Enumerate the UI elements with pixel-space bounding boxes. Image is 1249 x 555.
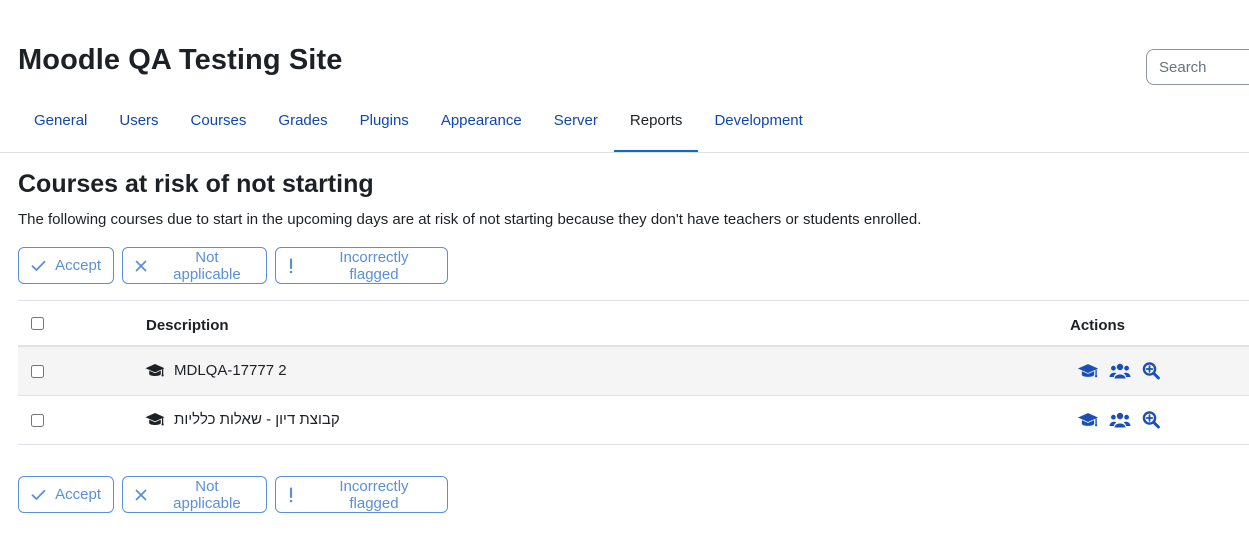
row-checkbox[interactable] [31, 414, 44, 427]
incorrectly-flagged-button[interactable]: Incorrectly flagged [275, 476, 448, 513]
search-box[interactable] [1146, 49, 1249, 85]
select-all-checkbox[interactable] [31, 317, 44, 330]
tab-reports[interactable]: Reports [613, 100, 699, 153]
incorrectly-flagged-button[interactable]: Incorrectly flagged [275, 247, 448, 284]
view-insights-action[interactable] [1140, 361, 1164, 381]
not-applicable-button[interactable]: Not applicable [122, 247, 267, 284]
site-title: Moodle QA Testing Site [18, 44, 343, 76]
accept-button[interactable]: Accept [18, 247, 114, 284]
exclamation-icon [288, 257, 304, 274]
bulk-actions-top: Accept Not applicable Incorrectly flagge… [18, 247, 448, 284]
nav-divider [0, 152, 1249, 153]
tab-grades[interactable]: Grades [262, 100, 343, 153]
search-input[interactable] [1147, 50, 1249, 84]
courses-table: Description Actions MDLQA-17777 2 קבוצת … [18, 300, 1249, 445]
bulk-actions-bottom: Accept Not applicable Incorrectly flagge… [18, 476, 448, 513]
not-applicable-label: Not applicable [173, 477, 241, 512]
page-description: The following courses due to start in th… [18, 211, 922, 228]
view-participants-action[interactable] [1108, 410, 1132, 430]
search-plus-icon [1142, 362, 1160, 380]
tab-appearance[interactable]: Appearance [425, 100, 538, 153]
accept-label: Accept [55, 257, 101, 274]
view-participants-action[interactable] [1108, 361, 1132, 381]
not-applicable-button[interactable]: Not applicable [122, 476, 267, 513]
view-course-action[interactable] [1076, 410, 1100, 430]
row-actions [1076, 410, 1164, 430]
accept-label: Accept [55, 486, 101, 503]
tab-server[interactable]: Server [538, 100, 614, 153]
table-row: MDLQA-17777 2 [18, 347, 1249, 396]
incorrectly-flagged-label: Incorrectly flagged [339, 477, 409, 512]
graduation-cap-icon [1077, 412, 1099, 426]
secondary-navigation: General Users Courses Grades Plugins App… [18, 100, 1249, 153]
table-row: קבוצת דיון - שאלות כלליות [18, 396, 1249, 445]
graduation-cap-icon [1077, 363, 1099, 377]
page-heading: Courses at risk of not starting [18, 170, 374, 198]
times-icon [135, 489, 151, 501]
not-applicable-label: Not applicable [173, 248, 241, 283]
incorrectly-flagged-label: Incorrectly flagged [339, 248, 409, 283]
view-course-action[interactable] [1076, 361, 1100, 381]
table-header: Description Actions [18, 301, 1249, 347]
tab-plugins[interactable]: Plugins [344, 100, 425, 153]
exclamation-icon [288, 486, 304, 503]
course-name[interactable]: קבוצת דיון - שאלות כלליות [174, 411, 340, 428]
course-name[interactable]: MDLQA-17777 2 [174, 362, 287, 379]
users-icon [1109, 412, 1131, 427]
row-actions [1076, 361, 1164, 381]
view-insights-action[interactable] [1140, 410, 1164, 430]
graduation-cap-icon [145, 412, 165, 425]
users-icon [1109, 363, 1131, 378]
tab-general[interactable]: General [18, 100, 103, 153]
accept-button[interactable]: Accept [18, 476, 114, 513]
graduation-cap-icon [145, 363, 165, 376]
course-cell: קבוצת דיון - שאלות כלליות [145, 411, 340, 428]
tab-courses[interactable]: Courses [175, 100, 263, 153]
row-checkbox[interactable] [31, 365, 44, 378]
times-icon [135, 260, 151, 272]
check-icon [31, 489, 46, 501]
search-plus-icon [1142, 411, 1160, 429]
tab-users[interactable]: Users [103, 100, 174, 153]
tab-development[interactable]: Development [698, 100, 818, 153]
course-cell: MDLQA-17777 2 [145, 362, 287, 379]
column-header-actions: Actions [1070, 317, 1126, 334]
column-header-description: Description [146, 317, 229, 334]
check-icon [31, 260, 46, 272]
